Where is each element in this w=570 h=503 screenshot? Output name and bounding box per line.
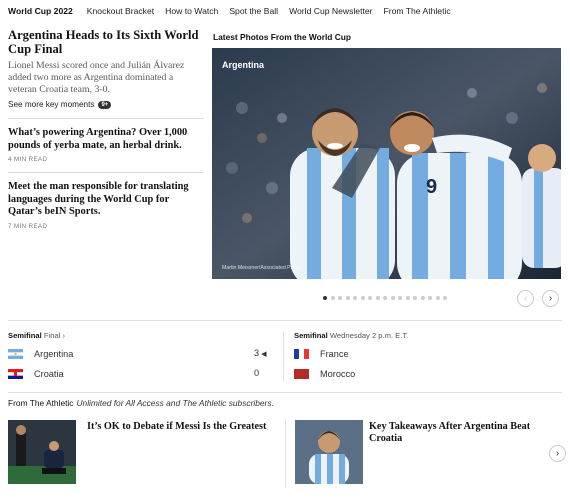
celebration-photo-image: 9 [212, 48, 561, 279]
divider [8, 172, 204, 173]
team-row[interactable]: Croatia [8, 367, 64, 381]
argentina-flag-icon [8, 349, 23, 359]
carousel-dot[interactable] [338, 296, 342, 300]
team-name: Morocco [320, 369, 356, 379]
team-score: 3 ◀ [254, 348, 267, 358]
divider [285, 420, 286, 488]
team-score: 0 [254, 368, 260, 378]
match-time: Wednesday 2 p.m. E.T. [329, 331, 409, 340]
story-readtime: 7 MIN READ [8, 222, 48, 230]
carousel-dot[interactable] [353, 296, 357, 300]
match-header-right: Semifinal Wednesday 2 p.m. E.T. [294, 331, 408, 340]
divider [8, 118, 204, 119]
carousel-next-button[interactable]: › [542, 290, 559, 307]
story-headline[interactable]: What’s powering Argentina? Over 1,000 po… [8, 127, 204, 152]
carousel-dot[interactable] [323, 296, 327, 300]
team-name: Argentina [34, 349, 74, 359]
chevron-right-icon: › [555, 448, 560, 459]
athletic-subtitle: Unlimited for All Access and The Athleti… [76, 398, 274, 408]
photo-credit: Martin Meissner/Associated Press [222, 265, 301, 271]
team-name: Croatia [34, 369, 64, 379]
morocco-flag-icon [294, 369, 309, 379]
carousel-dot[interactable] [435, 296, 440, 300]
story-readtime: 4 MIN READ [8, 156, 48, 163]
carousel-dot[interactable] [368, 296, 372, 300]
carousel-dot[interactable] [413, 296, 417, 300]
winner-arrow-icon: ◀ [261, 351, 267, 358]
team-name: France [320, 349, 349, 359]
carousel-dot[interactable] [405, 296, 410, 300]
athletic-label: From The Athletic [8, 398, 74, 408]
nav-brand[interactable]: World Cup 2022 [8, 6, 73, 16]
chevron-left-icon: ‹ [523, 293, 528, 304]
athletic-headline[interactable]: It’s OK to Debate if Messi Is the Greate… [87, 421, 277, 433]
messi-portrait-image [295, 420, 363, 484]
messi-kneeling-image [8, 420, 76, 484]
key-moments-label: See more key moments [8, 100, 95, 109]
svg-text:9: 9 [426, 176, 437, 198]
carousel-dot[interactable] [360, 296, 365, 300]
carousel-dot[interactable] [443, 296, 447, 300]
divider [8, 320, 562, 321]
photos-heading: Latest Photos From the World Cup [213, 32, 352, 42]
carousel-dot[interactable] [330, 296, 335, 300]
match-status-arrow-icon: › [60, 331, 65, 340]
france-flag-icon [294, 349, 309, 359]
team-row[interactable]: France [294, 347, 349, 361]
lead-headline[interactable]: Argentina Heads to Its Sixth World Cup F… [8, 28, 204, 56]
athletic-next-button[interactable]: › [549, 445, 566, 462]
carousel-dot[interactable] [428, 296, 432, 300]
carousel-dot[interactable] [390, 296, 395, 300]
match-header-left: Semifinal Final › [8, 331, 65, 340]
carousel-prev-button[interactable]: ‹ [517, 290, 534, 307]
left-column: Argentina Heads to Its Sixth World Cup F… [8, 28, 204, 230]
match-stage: Semifinal [8, 331, 42, 340]
nav-link-from-the-athletic[interactable]: From The Athletic [383, 6, 450, 16]
divider [283, 332, 284, 382]
lead-summary: Lionel Messi scored once and Julián Álva… [8, 60, 185, 95]
nav-link-how-to-watch[interactable]: How to Watch [165, 6, 218, 16]
carousel-photo[interactable]: 9 Argentina Martin Meissner/Associated P… [212, 48, 561, 279]
photo-tag: Argentina [222, 60, 265, 70]
carousel-dot[interactable] [398, 296, 402, 300]
athletic-headline[interactable]: Key Takeaways After Argentina Beat Croat… [369, 421, 541, 446]
carousel-dots [323, 296, 451, 300]
article-thumbnail[interactable] [295, 420, 363, 484]
athletic-header: From The Athletic Unlimited for All Acces… [8, 398, 274, 408]
team-row[interactable]: Argentina [8, 347, 73, 361]
top-nav: World Cup 2022 Knockout Bracket How to W… [0, 0, 570, 22]
article-thumbnail[interactable] [8, 420, 76, 484]
carousel-dot[interactable] [420, 296, 425, 300]
nav-link-knockout-bracket[interactable]: Knockout Bracket [87, 6, 154, 16]
carousel-dot[interactable] [383, 296, 387, 300]
story-headline[interactable]: Meet the man responsible for translating… [8, 181, 204, 219]
match-status: Final [43, 331, 61, 340]
croatia-flag-icon [8, 369, 23, 379]
match-stage: Semifinal [294, 331, 328, 340]
score-value: 3 [254, 348, 260, 358]
carousel-dot[interactable] [345, 296, 350, 300]
key-moments-link[interactable]: See more key moments 9+ [8, 100, 204, 109]
divider [8, 392, 562, 393]
nav-link-spot-the-ball[interactable]: Spot the Ball [229, 6, 278, 16]
nav-link-newsletter[interactable]: World Cup Newsletter [289, 6, 372, 16]
team-row[interactable]: Morocco [294, 367, 355, 381]
carousel-dot[interactable] [375, 296, 380, 300]
chevron-right-icon: › [548, 293, 553, 304]
key-moments-badge: 9+ [98, 100, 112, 109]
